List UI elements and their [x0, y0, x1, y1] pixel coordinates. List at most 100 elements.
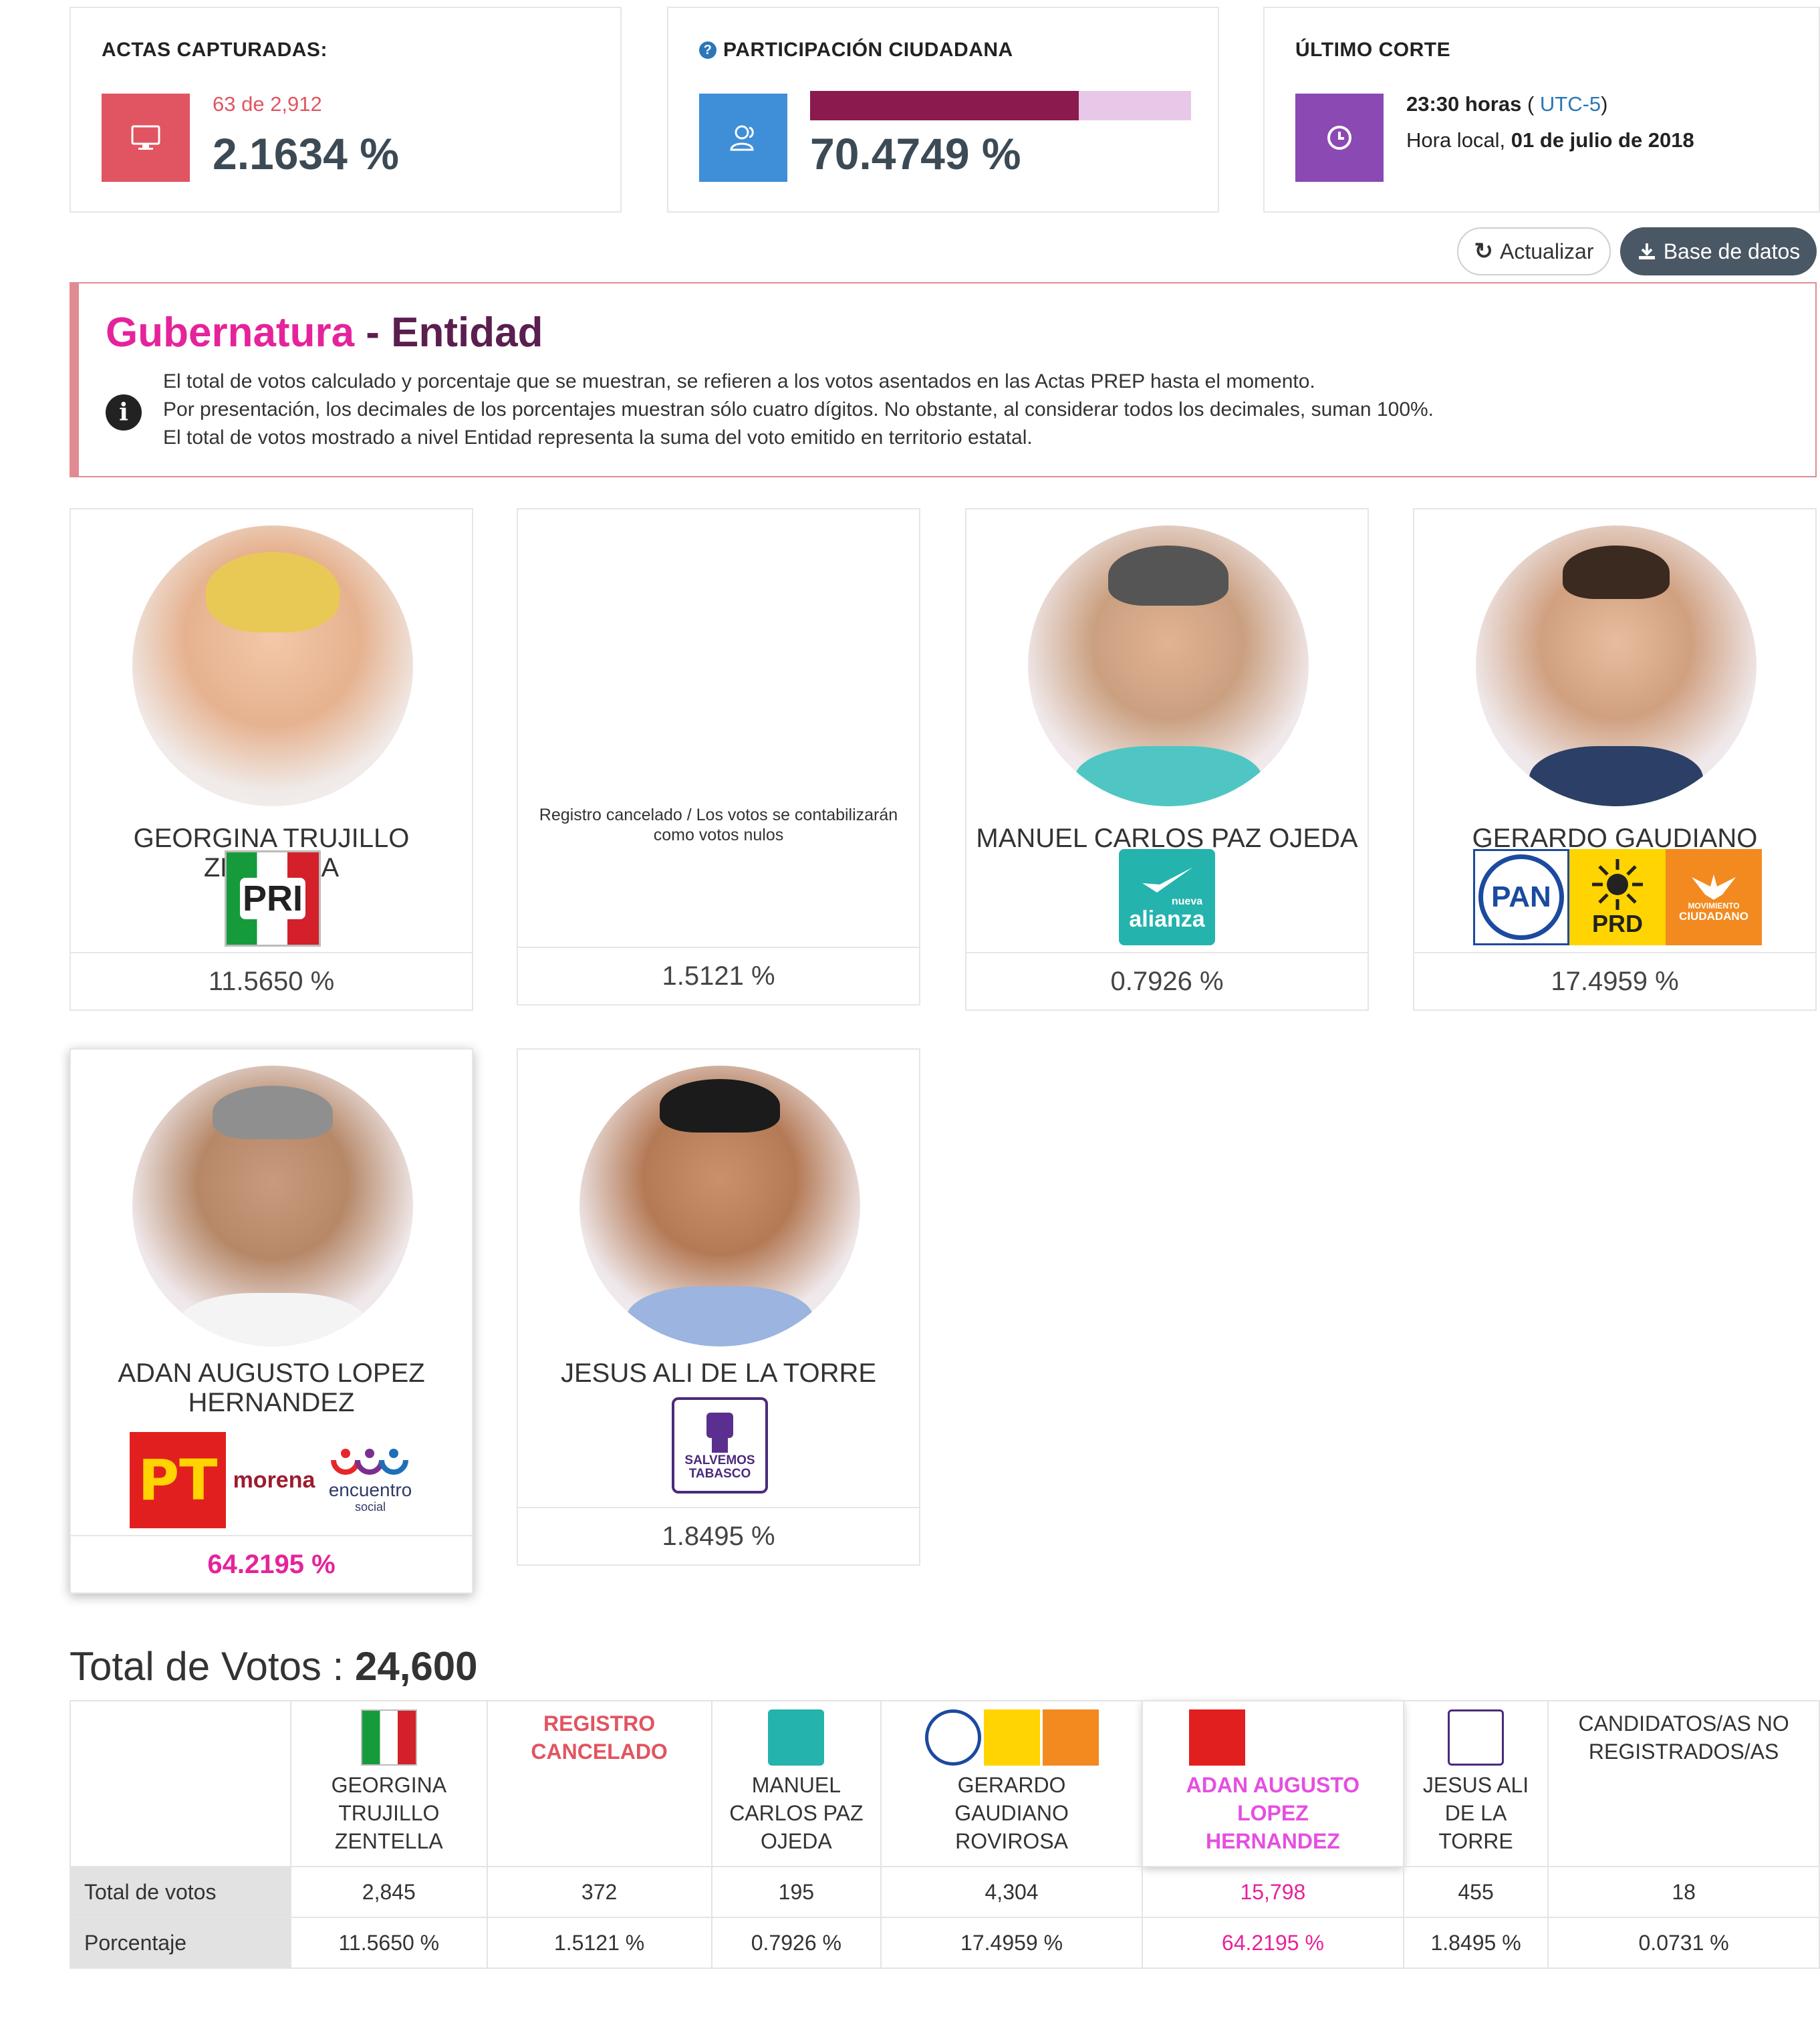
header-name: GERARDO GAUDIANO ROVIROSA [954, 1773, 1069, 1853]
results-table: GEORGINA TRUJILLO ZENTELLA REGISTRO CANC… [70, 1700, 1820, 1969]
votes-cell-winner: 15,798 [1141, 1866, 1404, 1918]
percent-cell: 17.4959 % [880, 1917, 1143, 1969]
refresh-label: Actualizar [1500, 239, 1594, 263]
percent-cell: 1.8495 % [1402, 1917, 1549, 1969]
corte-tz-open: ( [1527, 92, 1540, 116]
note-line: El total de votos calculado y porcentaje… [163, 370, 1315, 392]
prd-mini-logo [983, 1709, 1040, 1766]
candidate-cancelled-note: Registro cancelado / Los votos se contab… [539, 806, 898, 844]
note-line: Por presentación, los decimales de los p… [163, 398, 1434, 421]
participacion-bar-fill [810, 91, 1079, 120]
help-icon[interactable]: ? [699, 41, 717, 59]
candidate-name: JESUS ALI DE LA TORRE [560, 1358, 877, 1388]
candidate-card[interactable]: GEORGINA TRUJILLO ZENTELLA PRI 11.5650 % [70, 508, 473, 1011]
total-votes-label: Total de Votos : [70, 1644, 355, 1689]
fist-icon [706, 1413, 733, 1453]
header-cancelled: REGISTRO CANCELADO [531, 1711, 668, 1764]
mc-text-2: CIUDADANO [1679, 910, 1748, 923]
pri-logo-text: PRI [239, 878, 306, 919]
candidate-photo [1476, 525, 1757, 806]
candidate-card-cancelled[interactable]: Registro cancelado / Los votos se contab… [517, 508, 920, 1005]
corte-tz-close: ) [1601, 92, 1608, 116]
candidate-card-winner[interactable]: ADAN AUGUSTO LOPEZ HERNANDEZ PT morena e… [70, 1048, 473, 1594]
people-icon [331, 1449, 408, 1475]
users-icon [730, 125, 754, 151]
mc-text-1: MOVIMIENTO [1688, 901, 1740, 911]
section-title-main: Gubernatura [106, 310, 355, 356]
corte-tz[interactable]: UTC-5 [1540, 92, 1601, 116]
alianza-top-text: nueva [1171, 896, 1203, 907]
total-votes-value: 24,600 [354, 1644, 478, 1689]
sun-icon [1592, 859, 1643, 910]
note-line: El total de votos mostrado a nivel Entid… [163, 427, 1033, 449]
actas-icon-box [102, 94, 190, 182]
clock-icon [1327, 126, 1351, 150]
total-votes: Total de Votos : 24,600 [70, 1643, 477, 1689]
participacion-icon-box [699, 94, 787, 182]
percent-cell: 0.0731 % [1547, 1917, 1820, 1969]
header-name: MANUEL CARLOS PAZ OJEDA [729, 1773, 864, 1853]
table-header-cell: JESUS ALI DE LA TORRE [1402, 1700, 1549, 1867]
prd-logo: PRD [1569, 849, 1666, 945]
percent-cell: 11.5650 % [290, 1917, 488, 1969]
refresh-button[interactable]: ↻ Actualizar [1457, 227, 1611, 275]
candidate-percent-winner: 64.2195 % [71, 1535, 472, 1592]
table-header-cell: GEORGINA TRUJILLO ZENTELLA [290, 1700, 488, 1867]
row-label: Total de votos [70, 1866, 291, 1918]
morena-mini-logo [1249, 1709, 1296, 1766]
encuentro-mini-logo [1300, 1709, 1356, 1766]
candidate-photo [132, 1066, 413, 1346]
corte-date: 01 de julio de 2018 [1511, 128, 1694, 152]
corte-local-prefix: Hora local, [1406, 128, 1511, 152]
votes-cell: 372 [486, 1866, 712, 1918]
database-button[interactable]: Base de datos [1620, 227, 1817, 275]
candidate-photo [1028, 525, 1309, 806]
table-header-cell: REGISTRO CANCELADO [486, 1700, 712, 1867]
pt-logo-text: PT [138, 1447, 218, 1513]
section-title-sep: - [354, 310, 392, 356]
votes-cell: 4,304 [880, 1866, 1143, 1918]
pt-logo: PT [130, 1432, 226, 1528]
candidate-card[interactable]: GERARDO GAUDIANO ROVIROSA PAN PRD MOVIMI… [1413, 508, 1817, 1011]
refresh-icon: ↻ [1474, 239, 1494, 264]
pt-mini-logo [1189, 1709, 1246, 1766]
nueva-alianza-logo: nueva alianza [1119, 849, 1215, 945]
morena-logo: morena [229, 1432, 319, 1528]
actas-percent: 2.1634 % [213, 129, 399, 178]
votes-cell: 195 [710, 1866, 882, 1918]
row-label: Porcentaje [70, 1917, 291, 1969]
salvemos-mini-logo [1448, 1709, 1505, 1766]
download-icon [1638, 243, 1655, 259]
salvemos-tabasco-logo: SALVEMOS TABASCO [672, 1397, 768, 1494]
morena-logo-text: morena [233, 1467, 315, 1493]
votes-cell: 455 [1402, 1866, 1549, 1918]
corte-date-line: Hora local, 01 de julio de 2018 [1406, 128, 1694, 152]
candidate-card[interactable]: MANUEL CARLOS PAZ OJEDA nueva alianza 0.… [965, 508, 1369, 1011]
header-name-winner: ADAN AUGUSTO LOPEZ HERNANDEZ [1186, 1773, 1360, 1853]
salvemos-text-2: TABASCO [688, 1467, 751, 1481]
percent-cell-winner: 64.2195 % [1141, 1917, 1404, 1969]
coalition-mini-logos [1143, 1709, 1403, 1766]
coalition-mini-logos [882, 1709, 1142, 1766]
table-row-percent: Porcentaje 11.5650 % 1.5121 % 0.7926 % 1… [70, 1917, 1820, 1969]
participacion-percent: 70.4749 % [810, 129, 1021, 178]
candidate-percent: 1.8495 % [518, 1507, 919, 1564]
pri-logo: PRI [225, 850, 321, 947]
candidate-percent: 0.7926 % [966, 952, 1368, 1009]
info-icon: i [106, 394, 142, 431]
pri-mini-logo [360, 1709, 417, 1766]
section-title-sub: Entidad [391, 310, 543, 356]
salvemos-text-1: SALVEMOS [684, 1453, 755, 1467]
social-text: social [354, 1500, 386, 1514]
votes-cell: 18 [1547, 1866, 1820, 1918]
actas-count: 63 de 2,912 [213, 92, 322, 116]
votes-cell: 2,845 [290, 1866, 488, 1918]
candidate-card[interactable]: JESUS ALI DE LA TORRE SALVEMOS TABASCO 1… [517, 1048, 920, 1566]
pan-logo-text: PAN [1491, 880, 1551, 913]
corte-card: ÚLTIMO CORTE 23:30 horas ( UTC-5) Hora l… [1263, 7, 1820, 213]
actas-card: ACTAS CAPTURADAS: 63 de 2,912 2.1634 % [70, 7, 622, 213]
alianza-text: alianza [1129, 907, 1205, 932]
section-notes: El total de votos calculado y porcentaje… [163, 368, 1434, 452]
participacion-card: ? PARTICIPACIÓN CIUDADANA 70.4749 % [667, 7, 1219, 213]
alianza-swoosh-icon [1142, 867, 1193, 892]
